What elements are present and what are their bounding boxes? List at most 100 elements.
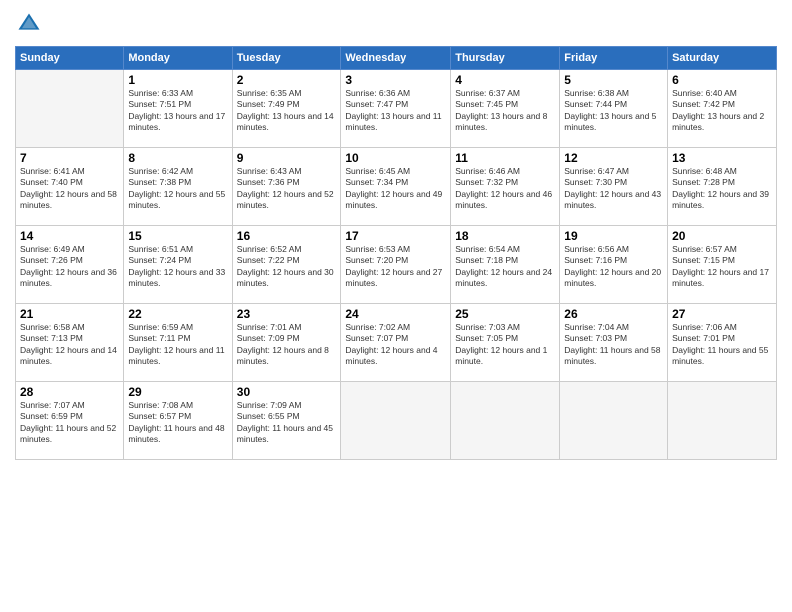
- day-number: 19: [564, 229, 663, 243]
- day-number: 3: [345, 73, 446, 87]
- day-number: 4: [455, 73, 555, 87]
- day-number: 17: [345, 229, 446, 243]
- day-info: Sunrise: 6:33 AMSunset: 7:51 PMDaylight:…: [128, 88, 227, 134]
- day-number: 22: [128, 307, 227, 321]
- day-number: 28: [20, 385, 119, 399]
- logo-icon: [15, 10, 43, 38]
- calendar-cell: 12 Sunrise: 6:47 AMSunset: 7:30 PMDaylig…: [560, 148, 668, 226]
- calendar-cell: [451, 382, 560, 460]
- day-number: 13: [672, 151, 772, 165]
- day-number: 9: [237, 151, 337, 165]
- day-number: 18: [455, 229, 555, 243]
- day-number: 20: [672, 229, 772, 243]
- calendar-cell: 4 Sunrise: 6:37 AMSunset: 7:45 PMDayligh…: [451, 70, 560, 148]
- page: SundayMondayTuesdayWednesdayThursdayFrid…: [0, 0, 792, 612]
- day-info: Sunrise: 6:37 AMSunset: 7:45 PMDaylight:…: [455, 88, 555, 134]
- calendar-cell: 2 Sunrise: 6:35 AMSunset: 7:49 PMDayligh…: [232, 70, 341, 148]
- day-info: Sunrise: 6:57 AMSunset: 7:15 PMDaylight:…: [672, 244, 772, 290]
- calendar-cell: 30 Sunrise: 7:09 AMSunset: 6:55 PMDaylig…: [232, 382, 341, 460]
- day-number: 6: [672, 73, 772, 87]
- day-number: 16: [237, 229, 337, 243]
- day-info: Sunrise: 7:01 AMSunset: 7:09 PMDaylight:…: [237, 322, 337, 368]
- day-number: 15: [128, 229, 227, 243]
- calendar-cell: 19 Sunrise: 6:56 AMSunset: 7:16 PMDaylig…: [560, 226, 668, 304]
- calendar-cell: 11 Sunrise: 6:46 AMSunset: 7:32 PMDaylig…: [451, 148, 560, 226]
- calendar-cell: 16 Sunrise: 6:52 AMSunset: 7:22 PMDaylig…: [232, 226, 341, 304]
- day-info: Sunrise: 6:36 AMSunset: 7:47 PMDaylight:…: [345, 88, 446, 134]
- week-row-5: 28 Sunrise: 7:07 AMSunset: 6:59 PMDaylig…: [16, 382, 777, 460]
- day-info: Sunrise: 7:09 AMSunset: 6:55 PMDaylight:…: [237, 400, 337, 446]
- day-info: Sunrise: 7:06 AMSunset: 7:01 PMDaylight:…: [672, 322, 772, 368]
- day-number: 10: [345, 151, 446, 165]
- calendar-cell: 5 Sunrise: 6:38 AMSunset: 7:44 PMDayligh…: [560, 70, 668, 148]
- calendar-cell: 22 Sunrise: 6:59 AMSunset: 7:11 PMDaylig…: [124, 304, 232, 382]
- calendar-cell: 3 Sunrise: 6:36 AMSunset: 7:47 PMDayligh…: [341, 70, 451, 148]
- calendar-cell: 25 Sunrise: 7:03 AMSunset: 7:05 PMDaylig…: [451, 304, 560, 382]
- day-header-sunday: Sunday: [16, 47, 124, 70]
- day-header-saturday: Saturday: [668, 47, 777, 70]
- week-row-2: 7 Sunrise: 6:41 AMSunset: 7:40 PMDayligh…: [16, 148, 777, 226]
- day-number: 23: [237, 307, 337, 321]
- day-info: Sunrise: 6:52 AMSunset: 7:22 PMDaylight:…: [237, 244, 337, 290]
- day-number: 26: [564, 307, 663, 321]
- week-row-3: 14 Sunrise: 6:49 AMSunset: 7:26 PMDaylig…: [16, 226, 777, 304]
- week-row-4: 21 Sunrise: 6:58 AMSunset: 7:13 PMDaylig…: [16, 304, 777, 382]
- day-info: Sunrise: 7:03 AMSunset: 7:05 PMDaylight:…: [455, 322, 555, 368]
- calendar-cell: 18 Sunrise: 6:54 AMSunset: 7:18 PMDaylig…: [451, 226, 560, 304]
- calendar-cell: 23 Sunrise: 7:01 AMSunset: 7:09 PMDaylig…: [232, 304, 341, 382]
- day-number: 24: [345, 307, 446, 321]
- calendar-cell: 26 Sunrise: 7:04 AMSunset: 7:03 PMDaylig…: [560, 304, 668, 382]
- calendar-cell: 13 Sunrise: 6:48 AMSunset: 7:28 PMDaylig…: [668, 148, 777, 226]
- day-info: Sunrise: 7:04 AMSunset: 7:03 PMDaylight:…: [564, 322, 663, 368]
- day-number: 8: [128, 151, 227, 165]
- calendar-cell: [668, 382, 777, 460]
- day-number: 12: [564, 151, 663, 165]
- day-info: Sunrise: 6:58 AMSunset: 7:13 PMDaylight:…: [20, 322, 119, 368]
- calendar-cell: 15 Sunrise: 6:51 AMSunset: 7:24 PMDaylig…: [124, 226, 232, 304]
- calendar-cell: [560, 382, 668, 460]
- day-info: Sunrise: 6:45 AMSunset: 7:34 PMDaylight:…: [345, 166, 446, 212]
- day-info: Sunrise: 6:56 AMSunset: 7:16 PMDaylight:…: [564, 244, 663, 290]
- day-info: Sunrise: 7:08 AMSunset: 6:57 PMDaylight:…: [128, 400, 227, 446]
- day-info: Sunrise: 6:43 AMSunset: 7:36 PMDaylight:…: [237, 166, 337, 212]
- calendar-cell: 10 Sunrise: 6:45 AMSunset: 7:34 PMDaylig…: [341, 148, 451, 226]
- day-info: Sunrise: 6:40 AMSunset: 7:42 PMDaylight:…: [672, 88, 772, 134]
- day-number: 1: [128, 73, 227, 87]
- calendar-cell: 7 Sunrise: 6:41 AMSunset: 7:40 PMDayligh…: [16, 148, 124, 226]
- day-header-tuesday: Tuesday: [232, 47, 341, 70]
- day-info: Sunrise: 6:38 AMSunset: 7:44 PMDaylight:…: [564, 88, 663, 134]
- day-number: 21: [20, 307, 119, 321]
- calendar-cell: 6 Sunrise: 6:40 AMSunset: 7:42 PMDayligh…: [668, 70, 777, 148]
- calendar-cell: [16, 70, 124, 148]
- header: [15, 10, 777, 38]
- calendar-cell: 29 Sunrise: 7:08 AMSunset: 6:57 PMDaylig…: [124, 382, 232, 460]
- calendar-cell: 8 Sunrise: 6:42 AMSunset: 7:38 PMDayligh…: [124, 148, 232, 226]
- calendar-cell: 27 Sunrise: 7:06 AMSunset: 7:01 PMDaylig…: [668, 304, 777, 382]
- day-info: Sunrise: 6:49 AMSunset: 7:26 PMDaylight:…: [20, 244, 119, 290]
- day-header-thursday: Thursday: [451, 47, 560, 70]
- day-header-friday: Friday: [560, 47, 668, 70]
- day-info: Sunrise: 7:07 AMSunset: 6:59 PMDaylight:…: [20, 400, 119, 446]
- day-number: 5: [564, 73, 663, 87]
- week-row-1: 1 Sunrise: 6:33 AMSunset: 7:51 PMDayligh…: [16, 70, 777, 148]
- day-info: Sunrise: 6:53 AMSunset: 7:20 PMDaylight:…: [345, 244, 446, 290]
- day-header-monday: Monday: [124, 47, 232, 70]
- day-number: 29: [128, 385, 227, 399]
- day-header-wednesday: Wednesday: [341, 47, 451, 70]
- day-info: Sunrise: 6:51 AMSunset: 7:24 PMDaylight:…: [128, 244, 227, 290]
- day-info: Sunrise: 6:41 AMSunset: 7:40 PMDaylight:…: [20, 166, 119, 212]
- day-info: Sunrise: 6:35 AMSunset: 7:49 PMDaylight:…: [237, 88, 337, 134]
- calendar-cell: 1 Sunrise: 6:33 AMSunset: 7:51 PMDayligh…: [124, 70, 232, 148]
- day-number: 2: [237, 73, 337, 87]
- day-number: 14: [20, 229, 119, 243]
- calendar-cell: 24 Sunrise: 7:02 AMSunset: 7:07 PMDaylig…: [341, 304, 451, 382]
- calendar-cell: 21 Sunrise: 6:58 AMSunset: 7:13 PMDaylig…: [16, 304, 124, 382]
- day-info: Sunrise: 6:46 AMSunset: 7:32 PMDaylight:…: [455, 166, 555, 212]
- calendar-cell: 28 Sunrise: 7:07 AMSunset: 6:59 PMDaylig…: [16, 382, 124, 460]
- calendar-table: SundayMondayTuesdayWednesdayThursdayFrid…: [15, 46, 777, 460]
- day-info: Sunrise: 6:42 AMSunset: 7:38 PMDaylight:…: [128, 166, 227, 212]
- day-number: 11: [455, 151, 555, 165]
- calendar-cell: 14 Sunrise: 6:49 AMSunset: 7:26 PMDaylig…: [16, 226, 124, 304]
- day-number: 25: [455, 307, 555, 321]
- calendar-header-row: SundayMondayTuesdayWednesdayThursdayFrid…: [16, 47, 777, 70]
